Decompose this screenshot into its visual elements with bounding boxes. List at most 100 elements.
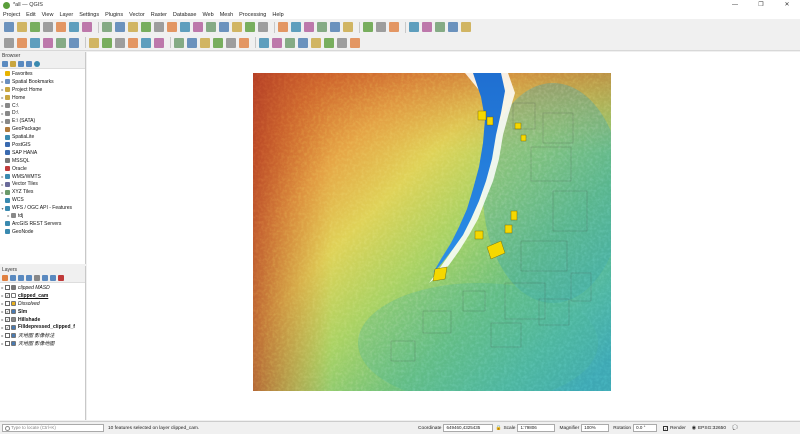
- toolbox-icon[interactable]: [389, 22, 399, 32]
- browser-item[interactable]: ▸ tdj: [0, 212, 85, 220]
- crs-button[interactable]: EPSG:32650: [698, 426, 726, 431]
- browser-item[interactable]: ▾ WFS / OGC API - Features: [0, 204, 85, 212]
- statistics-icon[interactable]: [343, 22, 353, 32]
- select-icon[interactable]: [278, 22, 288, 32]
- python-icon[interactable]: [435, 22, 445, 32]
- new-project-icon[interactable]: [4, 22, 14, 32]
- filter-legend-icon[interactable]: [26, 275, 32, 281]
- browser-item[interactable]: GeoPackage: [0, 125, 85, 133]
- add-layer-icon[interactable]: [10, 61, 16, 67]
- zoom-out-icon[interactable]: [141, 22, 151, 32]
- new-map-view-icon[interactable]: [239, 37, 249, 48]
- menu-plugins[interactable]: Plugins: [105, 12, 123, 18]
- filter-expression-icon[interactable]: [34, 275, 40, 281]
- browser-item[interactable]: PostGIS: [0, 141, 85, 149]
- menu-view[interactable]: View: [42, 12, 54, 18]
- refresh-icon[interactable]: [258, 22, 268, 32]
- zoom-last-icon[interactable]: [213, 37, 223, 48]
- layer-visibility-checkbox[interactable]: ✓: [5, 324, 10, 330]
- menu-web[interactable]: Web: [202, 12, 213, 18]
- deselect-icon[interactable]: [291, 22, 301, 32]
- temporal-icon[interactable]: [245, 22, 255, 32]
- menu-project[interactable]: Project: [3, 12, 20, 18]
- refresh-icon[interactable]: [272, 37, 282, 48]
- browser-item[interactable]: ▸ C:\: [0, 102, 85, 110]
- layer-visibility-checkbox[interactable]: [5, 340, 10, 346]
- messages-icon[interactable]: 💬: [732, 426, 738, 431]
- layer-item[interactable]: ▸ ✓ Slm: [0, 308, 85, 316]
- zoom-to-selection-icon[interactable]: [167, 22, 177, 32]
- zoom-out-icon[interactable]: [141, 37, 151, 48]
- magnifier-field[interactable]: 100%: [581, 424, 610, 432]
- pan-to-selection-icon[interactable]: [115, 22, 125, 32]
- browser-item[interactable]: MSSQL: [0, 157, 85, 165]
- menu-database[interactable]: Database: [173, 12, 197, 18]
- layer-item[interactable]: ▸ 天地图 影像标注: [0, 331, 85, 339]
- style-manager-icon[interactable]: [82, 22, 92, 32]
- layer-visibility-checkbox[interactable]: ✓: [5, 309, 10, 315]
- menu-help[interactable]: Help: [272, 12, 283, 18]
- browser-item[interactable]: WCS: [0, 196, 85, 204]
- menu-raster[interactable]: Raster: [151, 12, 167, 18]
- select-by-expression-icon[interactable]: [311, 37, 321, 48]
- layer-visibility-checkbox[interactable]: [5, 301, 10, 307]
- attribute-table-icon[interactable]: [363, 22, 373, 32]
- statistics-icon[interactable]: [350, 37, 360, 48]
- layer-style-icon[interactable]: [2, 275, 8, 281]
- zoom-full-icon[interactable]: [154, 37, 164, 48]
- browser-item[interactable]: ▸ Spatial Bookmarks: [0, 78, 85, 86]
- temporal-icon[interactable]: [259, 37, 269, 48]
- new-project-icon[interactable]: [4, 37, 14, 48]
- save-project-icon[interactable]: [30, 37, 40, 48]
- maximize-button[interactable]: ❐: [748, 0, 774, 10]
- browser-item[interactable]: SAP HANA: [0, 149, 85, 157]
- menu-layer[interactable]: Layer: [59, 12, 73, 18]
- collapse-all-icon[interactable]: [26, 61, 32, 67]
- coordinate-field[interactable]: 649460,4325435: [443, 424, 494, 432]
- zoom-in-icon[interactable]: [128, 37, 138, 48]
- deselect-icon[interactable]: [298, 37, 308, 48]
- menu-settings[interactable]: Settings: [79, 12, 99, 18]
- select-by-expression-icon[interactable]: [304, 22, 314, 32]
- print-layout-icon[interactable]: [56, 37, 66, 48]
- browser-item[interactable]: Oracle: [0, 165, 85, 173]
- zoom-next-icon[interactable]: [219, 22, 229, 32]
- zoom-to-selection-icon[interactable]: [174, 37, 184, 48]
- rotation-field[interactable]: 0.0 °: [633, 424, 658, 432]
- layer-item[interactable]: ▸ ✓ clipped_cam: [0, 292, 85, 300]
- browser-item[interactable]: ▸ D:\: [0, 109, 85, 117]
- zoom-last-icon[interactable]: [206, 22, 216, 32]
- browser-item[interactable]: Favorites: [0, 70, 85, 78]
- pan-icon[interactable]: [102, 37, 112, 48]
- pan-to-selection-icon[interactable]: [115, 37, 125, 48]
- new-map-view-icon[interactable]: [232, 22, 242, 32]
- settings-icon[interactable]: [448, 22, 458, 32]
- zoom-to-layer-icon[interactable]: [187, 37, 197, 48]
- browser-item[interactable]: ArcGIS REST Servers: [0, 220, 85, 228]
- browser-item[interactable]: GeoNode: [0, 228, 85, 236]
- minimize-button[interactable]: —: [722, 0, 748, 10]
- select-icon[interactable]: [285, 37, 295, 48]
- layer-item[interactable]: ▸ ✓ Hillshade: [0, 316, 85, 324]
- scale-field[interactable]: 1:79806: [517, 424, 556, 432]
- browser-item[interactable]: ▸ E:\ (SATA): [0, 117, 85, 125]
- render-checkbox[interactable]: ✓: [663, 425, 669, 431]
- open-project-icon[interactable]: [17, 22, 27, 32]
- identify-icon[interactable]: [324, 37, 334, 48]
- expand-all-icon[interactable]: [42, 275, 48, 281]
- save-project-icon[interactable]: [30, 22, 40, 32]
- add-group-icon[interactable]: [10, 275, 16, 281]
- open-project-icon[interactable]: [17, 37, 27, 48]
- zoom-native-icon[interactable]: [193, 22, 203, 32]
- menu-mesh[interactable]: Mesh: [220, 12, 233, 18]
- zoom-next-icon[interactable]: [226, 37, 236, 48]
- zoom-native-icon[interactable]: [200, 37, 210, 48]
- scale-lock-icon[interactable]: 🔒: [495, 426, 501, 431]
- dem-hillshade-map[interactable]: [253, 73, 611, 391]
- layer-visibility-checkbox[interactable]: ✓: [5, 317, 10, 322]
- measure-icon[interactable]: [337, 37, 347, 48]
- layer-item[interactable]: ▸ clipped MASD: [0, 284, 85, 292]
- browser-item[interactable]: ▸ XYZ Tiles: [0, 188, 85, 196]
- browser-item[interactable]: ▸ Project Home: [0, 86, 85, 94]
- annotation-icon[interactable]: [422, 22, 432, 32]
